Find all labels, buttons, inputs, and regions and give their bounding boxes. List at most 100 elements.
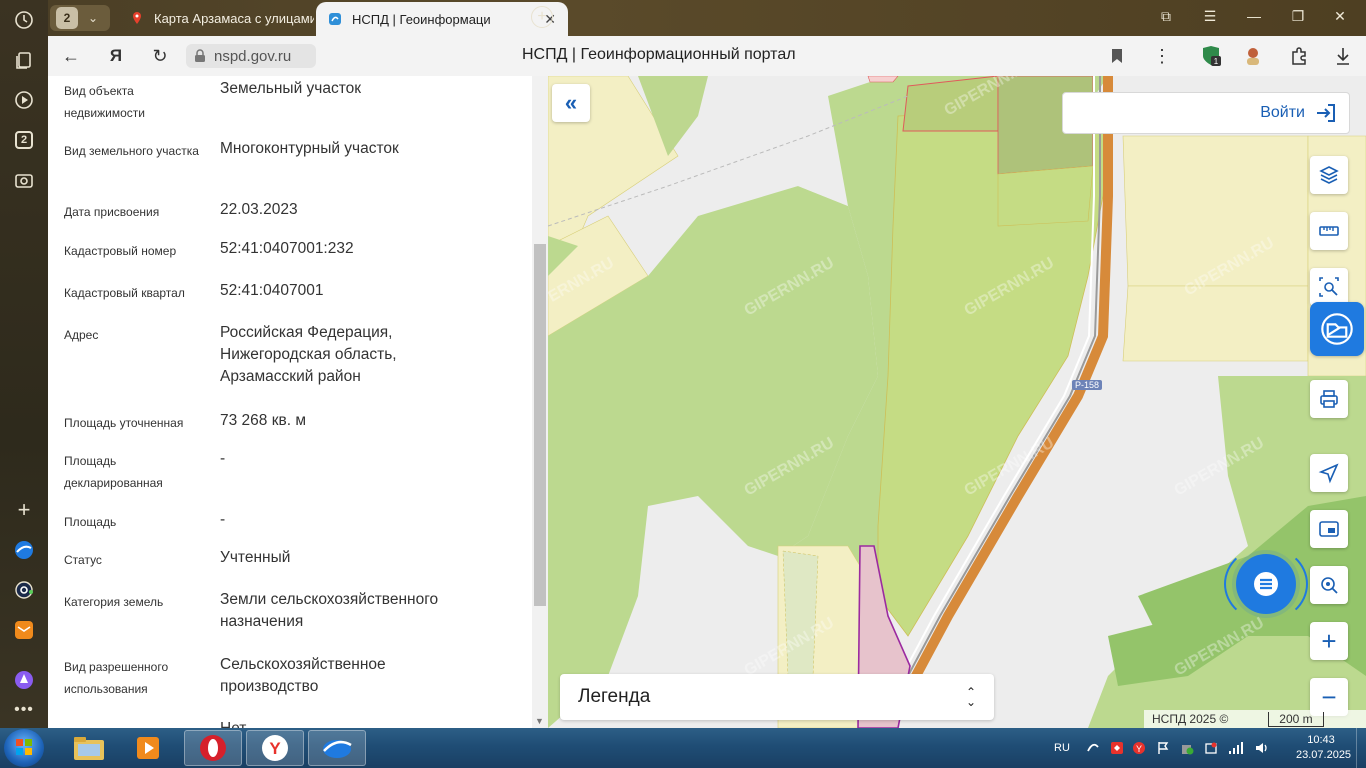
chat-button[interactable] [1236, 554, 1296, 614]
restore-icon[interactable]: ❐ [1288, 8, 1308, 25]
extension-shield-icon[interactable]: 1 [1200, 45, 1222, 67]
login-button[interactable]: Войти [1062, 92, 1350, 134]
yandex-logo-icon[interactable]: Я [105, 45, 127, 67]
device-icon[interactable] [1204, 728, 1218, 768]
language-indicator[interactable]: RU [1054, 728, 1070, 768]
plus-icon: + [1321, 625, 1337, 656]
yandex-browser-icon: Y [262, 735, 288, 761]
more-icon[interactable]: ••• [12, 698, 36, 722]
collections-icon[interactable] [12, 48, 36, 72]
scroll-down-arrow-icon[interactable]: ▼ [535, 716, 544, 726]
close-window-icon[interactable]: ✕ [1330, 8, 1350, 25]
map-view[interactable]: GIPERNN.RU GIPERNN.RU GIPERNN.RU GIPERNN… [548, 76, 1366, 728]
address-bar: ← Я ↻ nspd.gov.ru НСПД | Геоинформационн… [48, 36, 1366, 76]
action-center-flag-icon[interactable] [1156, 728, 1170, 768]
double-chevron-left-icon: « [564, 90, 578, 115]
media-player-icon [137, 737, 159, 759]
security-icon[interactable] [1180, 728, 1194, 768]
object-info-panel: Вид объекта недвижимости Земельный участ… [48, 76, 548, 728]
show-desktop-button[interactable] [1356, 728, 1366, 768]
new-tab-button[interactable]: + [531, 6, 553, 28]
tab-counter-button[interactable]: 2 ⌄ [50, 5, 110, 31]
screenshot-icon[interactable] [12, 168, 36, 192]
add-icon[interactable]: + [12, 497, 36, 522]
tab-strip: 2 ⌄ Карта Арзамаса с улицами НСПД | Геои… [48, 0, 1366, 36]
expand-collapse-icon: ⌃ ⌄ [965, 685, 976, 709]
taskbar-explorer[interactable] [60, 730, 118, 766]
measure-button[interactable] [1310, 212, 1348, 250]
scrollbar-thumb[interactable] [534, 244, 546, 606]
start-button[interactable] [4, 729, 44, 767]
minus-icon: − [1321, 681, 1337, 712]
reload-icon[interactable]: ↻ [149, 45, 171, 67]
history-icon[interactable] [12, 8, 36, 32]
tab-counter-side[interactable]: 2 [12, 128, 36, 152]
picture-in-picture-icon [1319, 521, 1339, 537]
map-canvas: GIPERNN.RU GIPERNN.RU GIPERNN.RU GIPERNN… [548, 76, 1366, 728]
chat-bubble-icon [1254, 572, 1278, 596]
minimize-icon[interactable]: — [1244, 8, 1264, 24]
road-label: Р-158 [1072, 380, 1103, 390]
selection-search-icon [1319, 277, 1339, 297]
download-icon[interactable] [1332, 45, 1354, 67]
lock-icon [195, 49, 205, 62]
back-arrow-icon[interactable]: ← [60, 45, 82, 67]
taskbar: Y RU Y 10:43 23.07.2025 [0, 728, 1366, 768]
locate-button[interactable] [1310, 454, 1348, 492]
folder-icon [74, 737, 104, 760]
taskbar-opera[interactable] [184, 730, 242, 766]
menu-icon[interactable]: ☰ [1200, 8, 1220, 25]
chevron-down-icon: ⌄ [88, 11, 99, 25]
minimap-button[interactable] [1310, 510, 1348, 548]
taskbar-media-player[interactable] [120, 730, 178, 766]
opera-icon [200, 735, 226, 761]
page-title: НСПД | Геоинформационный портал [522, 46, 796, 63]
services-button[interactable] [1310, 302, 1364, 356]
zoom-in-button[interactable]: + [1310, 622, 1348, 660]
app-icon-2[interactable] [12, 578, 36, 602]
browser-sidebar: 2 + ••• [0, 0, 48, 728]
media-play-icon[interactable] [12, 88, 36, 112]
taskbar-app[interactable] [308, 730, 366, 766]
bookmarks-bar-icon[interactable]: ⧉ [1156, 8, 1176, 25]
tray-yandex-icon[interactable]: Y [1132, 728, 1146, 768]
layers-icon [1319, 166, 1339, 184]
legend-panel[interactable]: Легенда ⌃ ⌄ [560, 674, 994, 720]
volume-icon[interactable] [1254, 728, 1270, 768]
mail-icon[interactable] [12, 618, 36, 642]
more-vert-icon[interactable]: ⋮ [1151, 45, 1173, 67]
printer-icon [1320, 390, 1338, 408]
tray-icon-1[interactable] [1086, 728, 1100, 768]
print-button[interactable] [1310, 380, 1348, 418]
navigation-arrow-icon [1318, 463, 1339, 484]
alice-icon[interactable] [12, 668, 36, 692]
panel-scrollbar[interactable]: ▼ [532, 76, 548, 728]
nspd-favicon-icon [329, 13, 341, 25]
collapse-panel-button[interactable]: « [552, 84, 590, 122]
layers-button[interactable] [1310, 156, 1348, 194]
svg-text:1: 1 [1214, 57, 1219, 66]
url-field[interactable]: nspd.gov.ru [186, 44, 316, 68]
map-pin-icon [133, 12, 141, 24]
area-search-button[interactable] [1310, 268, 1348, 306]
app-swoosh-icon [323, 740, 352, 758]
scale-bar: 200 m [1268, 711, 1324, 727]
svg-text:Y: Y [269, 739, 281, 758]
ruler-icon [1319, 226, 1339, 236]
signal-icon[interactable] [1228, 728, 1244, 768]
svg-text:Y: Y [1136, 744, 1142, 754]
map-attribution: НСПД 2025 © 200 m [1144, 710, 1366, 728]
geo-search-button[interactable] [1310, 566, 1348, 604]
windows-logo-icon [16, 739, 32, 755]
folder-services-icon [1321, 313, 1353, 345]
tab-map[interactable]: Карта Арзамаса с улицами [118, 2, 314, 34]
app-icon-1[interactable] [12, 538, 36, 562]
extensions-puzzle-icon[interactable] [1288, 45, 1310, 67]
tray-icon-2[interactable] [1110, 728, 1124, 768]
bookmark-icon[interactable] [1106, 45, 1128, 67]
extension-avatar-icon[interactable] [1242, 45, 1264, 67]
taskbar-yandex[interactable]: Y [246, 730, 304, 766]
location-search-icon [1321, 577, 1338, 594]
system-clock[interactable]: 10:43 23.07.2025 [1296, 733, 1351, 763]
login-arrow-icon [1317, 104, 1335, 122]
